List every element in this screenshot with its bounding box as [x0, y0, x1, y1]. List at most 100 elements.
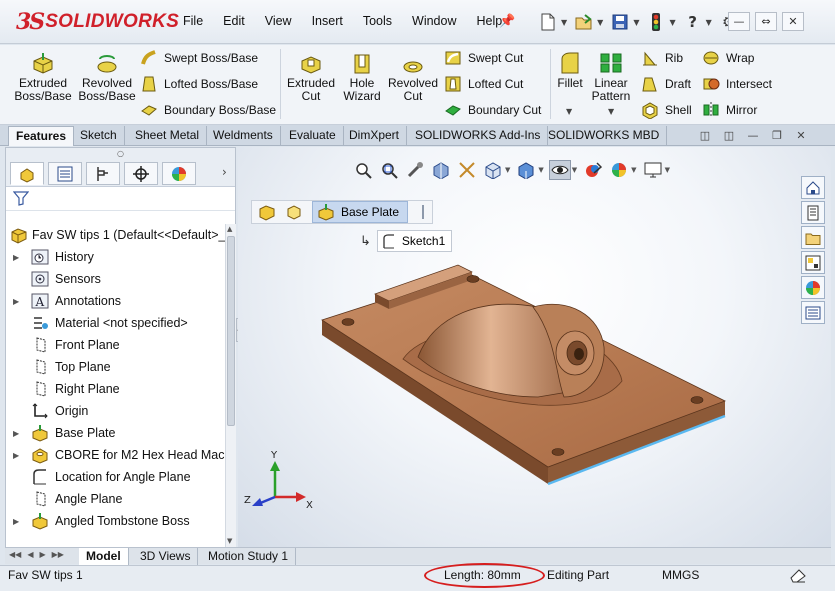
- tree-item-right-plane[interactable]: Right Plane: [6, 378, 226, 400]
- tree-filter[interactable]: [6, 187, 235, 211]
- rebuild-traffic-light-icon[interactable]: [645, 10, 667, 34]
- next-tab-icon[interactable]: ▶: [39, 550, 45, 559]
- rebuild-status-icon[interactable]: [789, 566, 807, 587]
- chevron-down-icon[interactable]: ▼: [665, 166, 670, 174]
- chevron-down-icon[interactable]: ▼: [706, 18, 712, 27]
- menu-file[interactable]: File: [183, 14, 203, 28]
- file-explorer-icon[interactable]: [801, 226, 825, 249]
- linear-pattern-button[interactable]: Linear Pattern: [591, 51, 631, 103]
- previous-tab-icon[interactable]: ◀: [27, 550, 33, 559]
- tree-item-material[interactable]: Material <not specified>: [6, 312, 226, 334]
- configuration-manager-tab[interactable]: [86, 162, 120, 185]
- menu-view[interactable]: View: [265, 14, 292, 28]
- status-units[interactable]: MMGS: [662, 568, 699, 582]
- tab-evaluate[interactable]: Evaluate: [282, 126, 344, 146]
- tree-item-front-plane[interactable]: Front Plane: [6, 334, 226, 356]
- property-manager-tab[interactable]: [48, 162, 82, 185]
- boundary-cut-button[interactable]: Boundary Cut: [444, 101, 541, 119]
- chevron-down-icon[interactable]: ▼: [608, 107, 614, 116]
- menu-tools[interactable]: Tools: [363, 14, 392, 28]
- swept-boss-button[interactable]: Swept Boss/Base: [140, 49, 258, 67]
- tree-item-location-sketch[interactable]: Location for Angle Plane: [6, 466, 226, 488]
- tab-dimxpert[interactable]: DimXpert: [342, 126, 408, 146]
- tab-3d-views[interactable]: 3D Views: [133, 548, 199, 565]
- expand-arrow-icon[interactable]: ▶: [13, 517, 19, 526]
- extruded-boss-button[interactable]: Extruded Boss/Base: [13, 51, 73, 103]
- chevron-down-icon[interactable]: ▼: [561, 18, 567, 27]
- intersect-button[interactable]: Intersect: [702, 75, 772, 93]
- tab-features[interactable]: Features: [8, 126, 75, 146]
- design-library-icon[interactable]: [801, 201, 825, 224]
- extruded-cut-button[interactable]: Extruded Cut: [287, 51, 335, 103]
- view-orientation-icon[interactable]: [482, 160, 504, 180]
- zoom-to-area-icon[interactable]: [378, 160, 400, 180]
- wrap-button[interactable]: Wrap: [702, 49, 754, 67]
- tree-root-part[interactable]: Fav SW tips 1 (Default<<Default>_D: [6, 224, 235, 246]
- counterbore-hole[interactable]: [551, 448, 565, 456]
- display-manager-tab[interactable]: [162, 162, 196, 185]
- tile-left-icon[interactable]: ◫: [698, 128, 712, 142]
- minimize-icon[interactable]: —: [728, 12, 750, 31]
- feature-manager-tab[interactable]: [10, 162, 44, 185]
- rib-button[interactable]: Rib: [641, 49, 683, 67]
- previous-view-icon[interactable]: [404, 160, 426, 180]
- view-settings-monitor-icon[interactable]: [642, 160, 664, 180]
- menu-edit[interactable]: Edit: [223, 14, 245, 28]
- pin-icon[interactable]: 📌: [499, 14, 515, 29]
- display-style-icon[interactable]: [515, 160, 537, 180]
- close-doc-icon[interactable]: ✕: [794, 128, 808, 142]
- expand-arrow-icon[interactable]: ▶: [13, 451, 19, 460]
- breadcrumb-base-plate[interactable]: Base Plate: [312, 201, 409, 223]
- lofted-cut-button[interactable]: Lofted Cut: [444, 75, 523, 93]
- hide-show-items-icon[interactable]: [548, 160, 571, 180]
- tab-solidworks-add-ins[interactable]: SOLIDWORKS Add-Ins: [408, 126, 549, 146]
- tab-solidworks-mbd[interactable]: SOLIDWORKS MBD: [541, 126, 668, 146]
- scroll-down-icon[interactable]: ▼: [227, 537, 232, 545]
- chevron-down-icon[interactable]: ▼: [597, 18, 603, 27]
- hole-wizard-button[interactable]: Hole Wizard: [342, 51, 382, 103]
- pane-grip[interactable]: ○: [6, 148, 235, 160]
- tab-weldments[interactable]: Weldments: [206, 126, 281, 146]
- breadcrumb-sketch1[interactable]: Sketch1: [376, 230, 453, 252]
- dynamic-annotation-icon[interactable]: [456, 160, 478, 180]
- tab-motion-study-1[interactable]: Motion Study 1: [201, 548, 297, 565]
- counterbore-hole[interactable]: [341, 318, 355, 326]
- custom-properties-icon[interactable]: [801, 301, 825, 324]
- section-view-icon[interactable]: [430, 160, 452, 180]
- shell-button[interactable]: Shell: [641, 101, 692, 119]
- apply-scene-icon[interactable]: [608, 160, 630, 180]
- chevron-down-icon[interactable]: ▼: [566, 107, 572, 116]
- minimize-doc-icon[interactable]: —: [746, 128, 760, 142]
- part-icon[interactable]: [258, 203, 276, 221]
- tree-item-sensors[interactable]: Sensors: [6, 268, 226, 290]
- appearances-icon[interactable]: [801, 276, 825, 299]
- chevron-down-icon[interactable]: ▼: [572, 166, 577, 174]
- open-document-icon[interactable]: [573, 10, 595, 34]
- fillet-button[interactable]: Fillet: [553, 51, 587, 90]
- swept-cut-button[interactable]: Swept Cut: [444, 49, 523, 67]
- tree-item-angled-tombstone-boss[interactable]: ▶ Angled Tombstone Boss: [6, 510, 226, 532]
- tree-item-base-plate[interactable]: ▶ Base Plate: [6, 422, 226, 444]
- chevron-down-icon[interactable]: ▼: [633, 18, 639, 27]
- solidworks-resources-icon[interactable]: [801, 176, 825, 199]
- tree-item-top-plane[interactable]: Top Plane: [6, 356, 226, 378]
- chevron-down-icon[interactable]: ▼: [538, 166, 543, 174]
- menu-window[interactable]: Window: [412, 14, 456, 28]
- tile-right-icon[interactable]: ◫: [722, 128, 736, 142]
- tree-vertical-scrollbar[interactable]: ▲ ▼: [225, 224, 236, 549]
- solidworks-logo[interactable]: 3S SOLIDWORKS: [16, 9, 179, 35]
- view-palette-icon[interactable]: [801, 251, 825, 274]
- restore-doc-icon[interactable]: ❐: [770, 128, 784, 142]
- last-tab-icon[interactable]: ▶▶: [52, 550, 64, 559]
- revolved-boss-button[interactable]: Revolved Boss/Base: [78, 51, 136, 103]
- revolved-cut-button[interactable]: Revolved Cut: [388, 51, 438, 103]
- tab-model[interactable]: Model: [79, 548, 129, 565]
- counterbore-hole[interactable]: [690, 396, 704, 404]
- zoom-to-fit-icon[interactable]: [352, 160, 374, 180]
- menu-insert[interactable]: Insert: [312, 14, 343, 28]
- first-tab-icon[interactable]: ◀◀: [9, 550, 21, 559]
- dimxpert-manager-tab[interactable]: [124, 162, 158, 185]
- help-icon[interactable]: ?: [682, 10, 704, 34]
- chevron-down-icon[interactable]: ▼: [631, 166, 636, 174]
- scroll-thumb[interactable]: [227, 236, 235, 426]
